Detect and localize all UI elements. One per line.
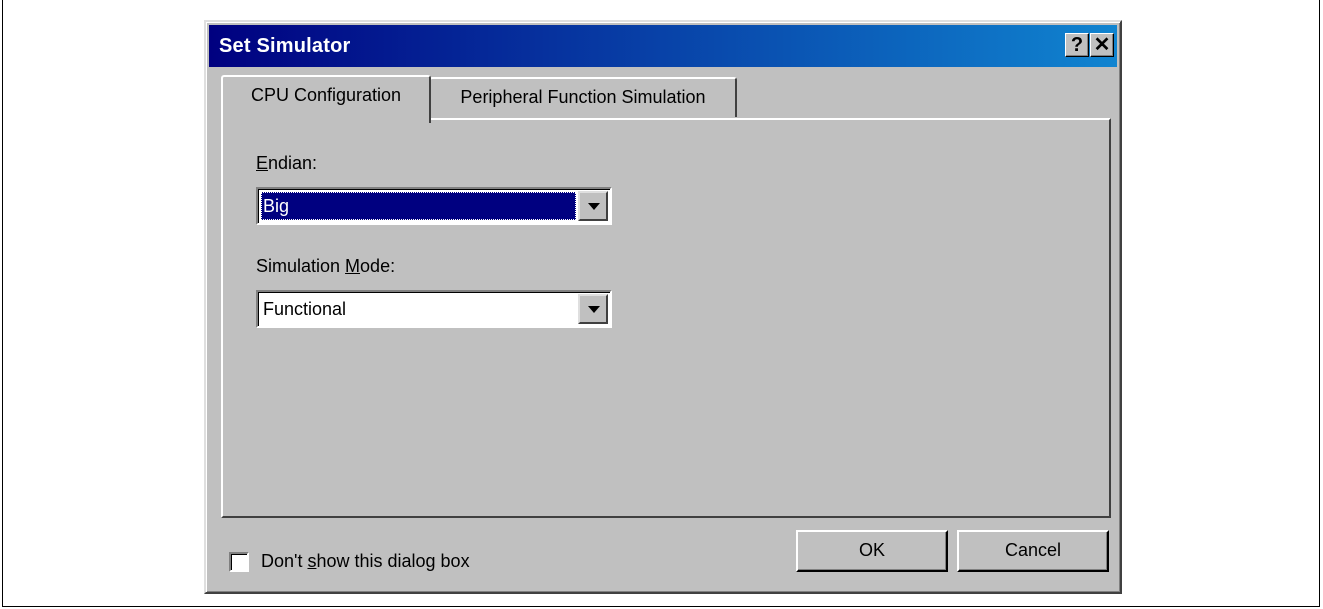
dont-show-label-after: how this dialog box: [316, 551, 470, 571]
title-bar[interactable]: Set Simulator ? ✕: [209, 25, 1117, 67]
tab-panel-cpu-configuration: Endian: Big Simulation Mode: Functional: [221, 118, 1111, 518]
endian-label: Endian:: [256, 153, 317, 174]
simulation-mode-label-after: ode:: [360, 256, 396, 276]
dont-show-label[interactable]: Don't show this dialog box: [261, 551, 470, 572]
chevron-down-icon: [588, 203, 600, 210]
close-button[interactable]: ✕: [1090, 33, 1114, 57]
ok-button[interactable]: OK: [796, 530, 948, 572]
endian-label-text: ndian:: [268, 153, 318, 173]
simulation-mode-label-mnemonic: M: [345, 256, 361, 276]
endian-select[interactable]: Big: [256, 187, 612, 225]
simulation-mode-value: Functional: [263, 299, 347, 319]
dialog-title: Set Simulator: [219, 35, 351, 57]
dont-show-checkbox[interactable]: [229, 552, 249, 572]
set-simulator-dialog: Set Simulator ? ✕ CPU Configuration Peri…: [204, 20, 1122, 594]
endian-value: Big: [261, 192, 576, 220]
simulation-mode-label: Simulation Mode:: [256, 256, 395, 277]
tab-label: CPU Configuration: [250, 85, 402, 105]
endian-dropdown-button[interactable]: [578, 191, 608, 221]
chevron-down-icon: [588, 306, 600, 313]
help-button[interactable]: ?: [1065, 33, 1089, 57]
cancel-button[interactable]: Cancel: [957, 530, 1109, 572]
close-icon: ✕: [1093, 34, 1111, 56]
dont-show-label-before: Don't: [261, 551, 308, 571]
tab-label: Peripheral Function Simulation: [460, 87, 706, 107]
endian-label-mnemonic: E: [256, 153, 269, 173]
simulation-mode-select[interactable]: Functional: [256, 290, 612, 328]
tab-peripheral-function-simulation[interactable]: Peripheral Function Simulation: [429, 77, 737, 117]
simulation-mode-label-before: Simulation: [256, 256, 346, 276]
tab-cpu-configuration[interactable]: CPU Configuration: [221, 75, 431, 123]
simulation-mode-dropdown-button[interactable]: [578, 294, 608, 324]
